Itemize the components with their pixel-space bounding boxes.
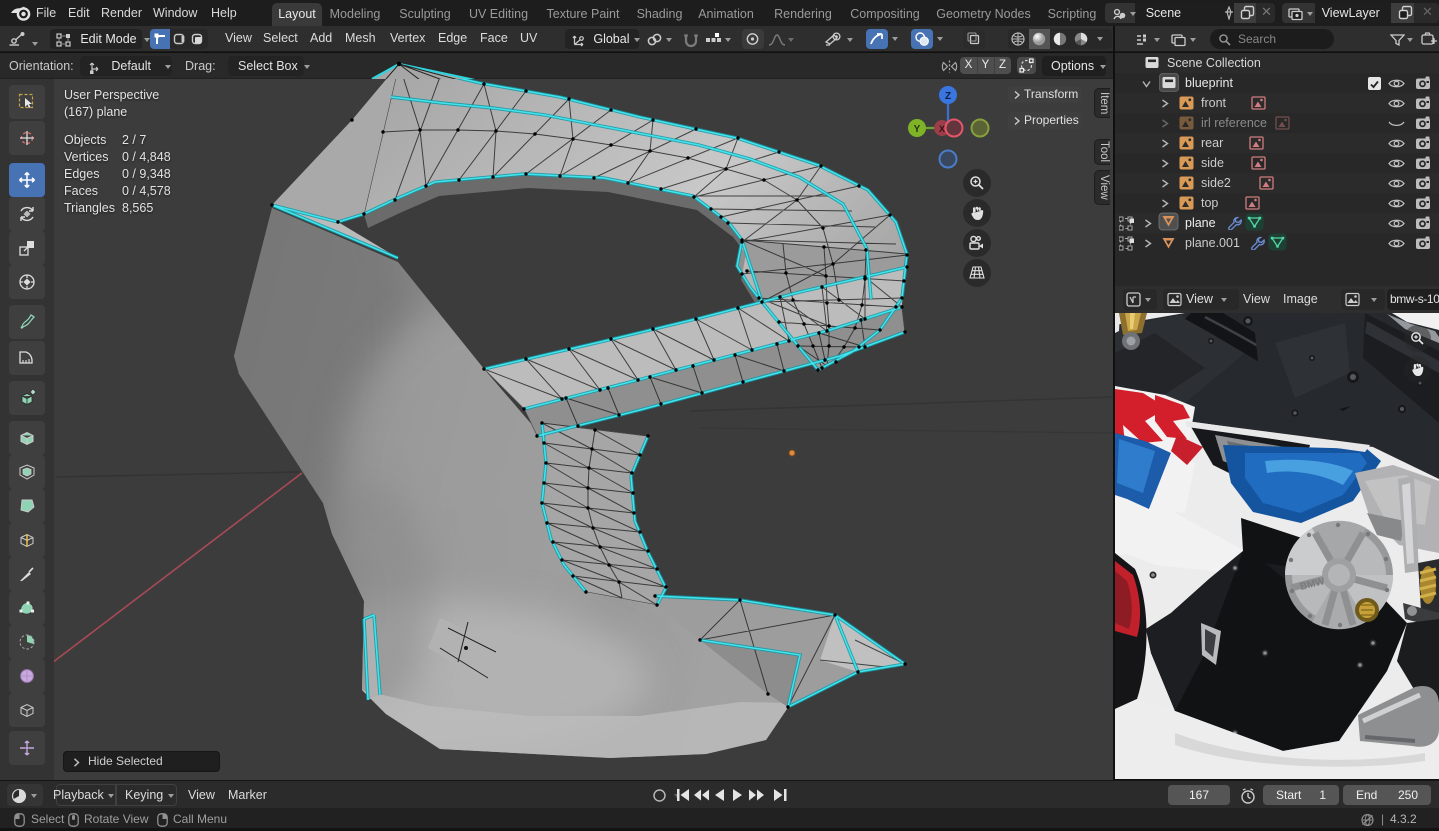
svg-text:Z: Z <box>945 91 951 102</box>
svg-text:Y: Y <box>914 124 921 135</box>
svg-text:X: X <box>939 124 945 134</box>
